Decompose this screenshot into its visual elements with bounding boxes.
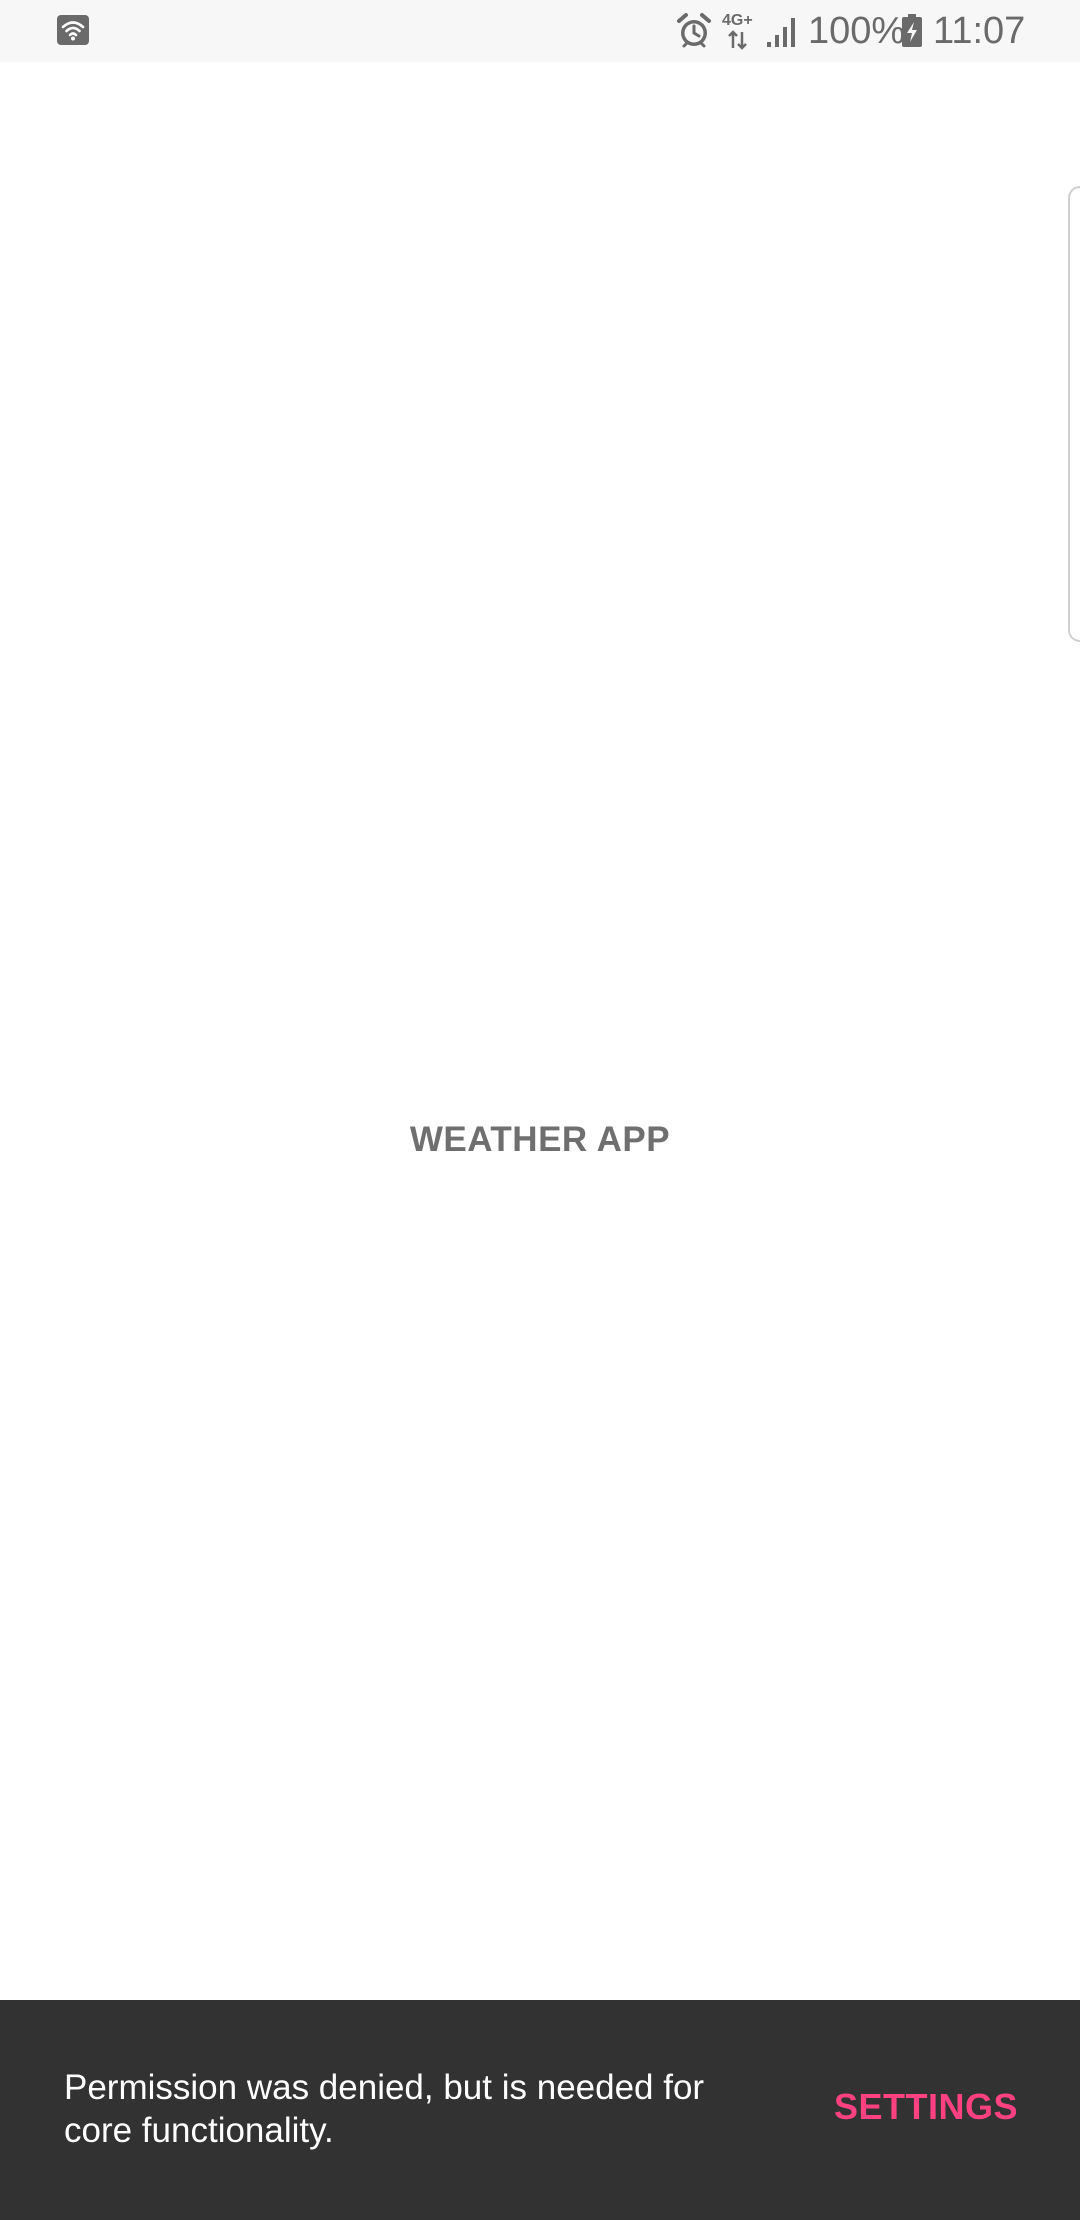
edge-panel-handle[interactable] bbox=[1068, 186, 1080, 642]
snackbar-message: Permission was denied, but is needed for… bbox=[64, 2068, 705, 2150]
battery-charging-icon bbox=[901, 14, 923, 53]
status-bar: 4G+ 100% 11:07 bbox=[0, 0, 1080, 62]
battery-percent: 100% bbox=[808, 10, 906, 52]
network-4g-plus-icon: 4G+ bbox=[722, 12, 762, 52]
settings-button[interactable]: SETTINGS bbox=[834, 2086, 1018, 2128]
wifi-notification-icon bbox=[57, 15, 89, 45]
network-type-label: 4G+ bbox=[722, 12, 753, 29]
app-title: WEATHER APP bbox=[409, 1120, 671, 1159]
signal-icon bbox=[766, 14, 798, 53]
status-time: 11:07 bbox=[933, 10, 1026, 52]
alarm-icon bbox=[676, 12, 712, 55]
permission-snackbar: Permission was denied, but is needed for… bbox=[0, 2000, 1080, 2220]
